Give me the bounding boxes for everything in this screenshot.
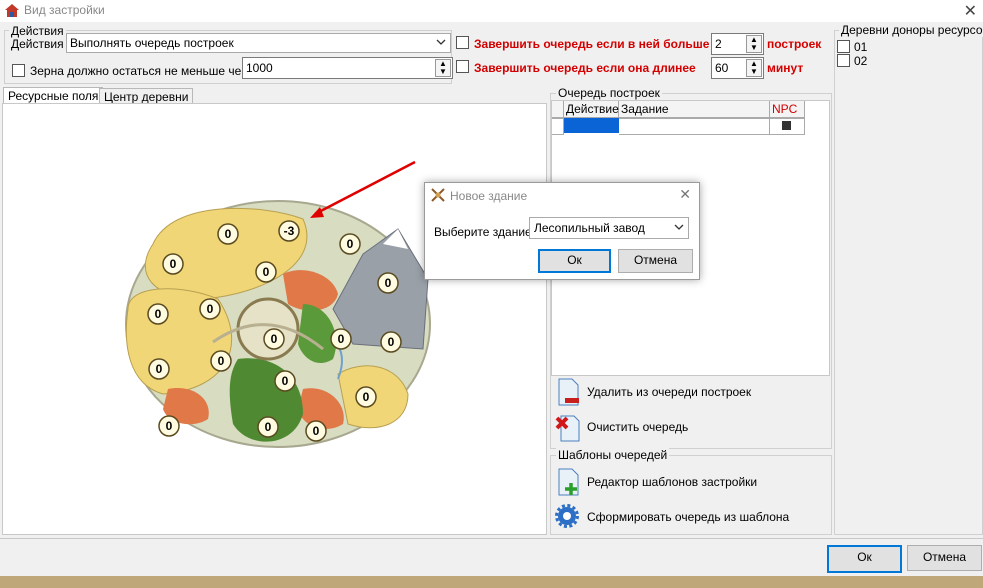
finish-longer-unit: минут (767, 61, 804, 75)
donors-group (834, 30, 983, 535)
finish-more-input[interactable]: 2 ▲ ▼ (711, 33, 764, 55)
finish-longer-input[interactable]: 60 ▲ ▼ (711, 57, 764, 79)
finish-more-spinner[interactable]: ▲ ▼ (746, 35, 762, 53)
donor-label-01: 01 (854, 40, 868, 54)
dialog-cancel-label: Отмена (633, 253, 678, 267)
add-document-icon (558, 468, 579, 496)
remove-document-icon (558, 378, 579, 406)
dialog-ok-label: Ок (567, 253, 582, 267)
field-level: 0 (263, 265, 270, 279)
grain-input[interactable]: 1000 ▲ ▼ (242, 57, 453, 79)
queue-row-marker (552, 118, 564, 135)
field-level: 0 (225, 227, 232, 241)
background-strip (0, 576, 983, 588)
finish-longer-checkbox[interactable] (456, 60, 469, 73)
finish-more-value: 2 (715, 37, 722, 51)
dialog-close-icon[interactable]: ✕ (679, 186, 691, 203)
tab-village-center-label: Центр деревни (104, 90, 189, 104)
cancel-button-label: Отмена (922, 550, 967, 564)
field-level: 0 (347, 237, 354, 251)
grain-value: 1000 (246, 61, 273, 75)
field-level: 0 (282, 374, 289, 388)
finish-longer-spinner[interactable]: ▲ ▼ (746, 59, 762, 77)
build-from-template-label: Сформировать очередь из шаблона (587, 510, 790, 524)
finish-more-label: Завершить очередь если в ней больше (474, 37, 710, 51)
field-level: 0 (156, 362, 163, 376)
npc-checkbox[interactable] (782, 121, 791, 130)
delete-from-queue-button[interactable]: Удалить из очереди построек (553, 375, 825, 411)
table-row[interactable] (552, 118, 805, 135)
building-select-value: Лесопильный завод (534, 221, 645, 235)
field-level: 0 (363, 390, 370, 404)
field-level: 0 (166, 419, 173, 433)
new-building-dialog: Новое здание ✕ Выберите здание Лесопильн… (424, 182, 700, 280)
dialog-choose-label: Выберите здание (434, 225, 532, 239)
finish-more-checkbox[interactable] (456, 36, 469, 49)
chevron-down-icon (674, 224, 684, 230)
queue-row-action-selected[interactable] (564, 118, 619, 133)
dialog-ok-button[interactable]: Ок (538, 249, 611, 273)
grain-spinner[interactable]: ▲ ▼ (435, 59, 451, 77)
dialog-cancel-button[interactable]: Отмена (618, 249, 693, 273)
finish-longer-value: 60 (715, 61, 729, 75)
templates-title: Шаблоны очередей (556, 448, 670, 462)
map-panel: 0 -3 0 0 0 0 0 0 0 0 0 0 0 0 0 0 0 0 (2, 103, 547, 535)
footer-divider (0, 538, 983, 539)
field-level: 0 (207, 302, 214, 316)
build-from-template-button[interactable]: Сформировать очередь из шаблона (553, 500, 825, 534)
grain-checkbox[interactable] (12, 64, 25, 77)
clear-queue-label: Очистить очередь (587, 420, 689, 434)
queue-row-npc[interactable] (770, 118, 805, 135)
donor-label-02: 02 (854, 54, 868, 68)
clear-list-icon (555, 415, 580, 442)
building-icon (431, 188, 445, 202)
clear-queue-button[interactable]: Очистить очередь (553, 410, 825, 446)
gear-icon (555, 504, 579, 528)
ok-button-label: Ок (857, 550, 872, 564)
field-level: 0 (388, 335, 395, 349)
field-level: 0 (170, 257, 177, 271)
finish-longer-label: Завершить очередь если она длинее (474, 61, 696, 75)
cancel-button[interactable]: Отмена (907, 545, 982, 571)
template-editor-label: Редактор шаблонов застройки (587, 475, 758, 489)
field-level: 0 (155, 307, 162, 321)
actions-select[interactable]: Выполнять очередь построек (66, 33, 451, 53)
finish-more-unit: построек (767, 37, 822, 51)
window-title: Вид застройки (24, 3, 105, 17)
village-map: 0 -3 0 0 0 0 0 0 0 0 0 0 0 0 0 0 0 0 (125, 160, 431, 448)
queue-header-marker (552, 101, 564, 118)
actions-label: Действия (11, 37, 64, 51)
building-select[interactable]: Лесопильный завод (529, 217, 689, 239)
field-level: 0 (313, 424, 320, 438)
tab-resource-fields[interactable]: Ресурсные поля (3, 87, 104, 104)
donor-checkbox-02[interactable] (837, 54, 850, 67)
donor-checkbox-01[interactable] (837, 40, 850, 53)
queue-col-action[interactable]: Действие (564, 101, 619, 118)
title-bar: Вид застройки (0, 0, 983, 22)
dialog-title: Новое здание (450, 189, 528, 203)
queue-header-row: Действие Задание NPC (552, 101, 805, 119)
field-level: 0 (265, 420, 272, 434)
queue-col-task[interactable]: Задание (619, 101, 770, 118)
chevron-down-icon (436, 39, 446, 45)
app-icon (5, 4, 19, 17)
delete-from-queue-label: Удалить из очереди построек (587, 385, 752, 399)
actions-group-title: Действия (9, 24, 66, 38)
field-level: 0 (385, 276, 392, 290)
queue-title: Очередь построек (556, 86, 662, 100)
actions-select-value: Выполнять очередь построек (70, 36, 234, 50)
queue-col-npc[interactable]: NPC (770, 101, 805, 118)
field-level: 0 (271, 332, 278, 346)
template-editor-button[interactable]: Редактор шаблонов застройки (553, 465, 825, 499)
tab-resource-fields-label: Ресурсные поля (8, 89, 99, 103)
ok-button[interactable]: Ок (827, 545, 902, 573)
donors-title: Деревни доноры ресурсов (839, 23, 983, 37)
field-level: -3 (284, 224, 295, 238)
queue-row-task[interactable] (619, 118, 770, 135)
field-level: 0 (218, 354, 225, 368)
close-window-icon[interactable]: ✕ (964, 1, 977, 21)
annotation-arrow (314, 160, 416, 216)
grain-label: Зерна должно остаться не меньше чем (30, 64, 250, 78)
field-level: 0 (338, 332, 345, 346)
